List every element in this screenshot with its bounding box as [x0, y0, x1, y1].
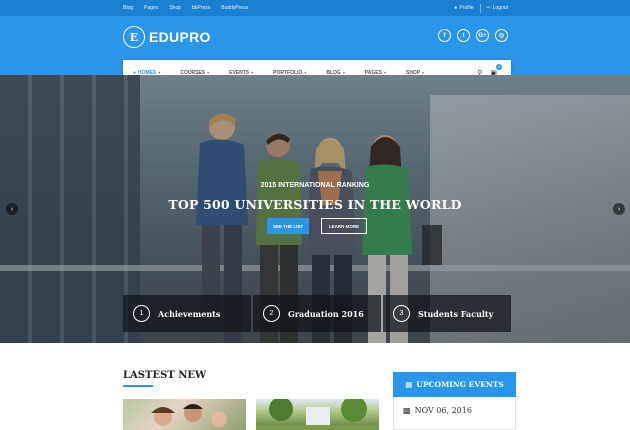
- slider-prev-arrow-icon[interactable]: ‹: [6, 203, 18, 215]
- feature-number: 2: [263, 305, 280, 322]
- hero-slider: 2015 INTERNATIONAL RANKING TOP 500 UNIVE…: [0, 75, 630, 343]
- top-links: Blog Pages Shop bbPress BuddyPress: [123, 0, 248, 16]
- document-icon: ▩: [403, 406, 411, 415]
- learn-more-button[interactable]: LEARN MORE: [321, 218, 367, 234]
- upcoming-events-title: UPCOMING EVENTS: [416, 380, 504, 389]
- feature-number: 1: [133, 305, 150, 322]
- news-photo-campus: [256, 399, 379, 430]
- facebook-icon[interactable]: f: [438, 29, 451, 42]
- hero-feature-strip: 1 Achievements 2 Graduation 2016 3 Stude…: [123, 295, 511, 332]
- logout-icon: ⇨: [486, 5, 491, 11]
- see-the-list-button[interactable]: SEE THE LIST: [267, 218, 309, 234]
- news-thumbnail[interactable]: [256, 399, 379, 430]
- news-photo-students: [151, 404, 227, 427]
- user-icon: ●: [454, 5, 458, 11]
- twitter-icon[interactable]: t: [457, 29, 470, 42]
- feature-label: Students Faculty: [418, 308, 494, 319]
- upcoming-events-header: ▦ UPCOMING EVENTS: [393, 372, 516, 397]
- instagram-icon[interactable]: ◎: [495, 29, 508, 42]
- logout-link[interactable]: ⇨ Logout: [487, 5, 509, 11]
- heading-underline: [123, 385, 153, 387]
- brand-name: EDUPRO: [149, 29, 211, 45]
- cart-count-badge: 0: [496, 63, 502, 70]
- account-links: ● Profile ⇨ Logout: [454, 0, 508, 16]
- logo-crest-icon: E: [123, 26, 145, 48]
- event-date-row[interactable]: ▩ NOV 06, 2016: [403, 406, 472, 415]
- top-link-shop[interactable]: Shop: [169, 5, 181, 11]
- event-date: NOV 06, 2016: [414, 406, 472, 415]
- news-thumbnail[interactable]: [123, 399, 246, 430]
- site-logo[interactable]: E EDUPRO: [123, 26, 211, 48]
- feature-achievements[interactable]: 1 Achievements: [123, 295, 251, 332]
- top-link-bbpress[interactable]: bbPress: [192, 5, 210, 11]
- top-link-blog[interactable]: Blog: [123, 5, 133, 11]
- top-link-buddypress[interactable]: BuddyPress: [221, 5, 248, 11]
- slider-next-arrow-icon[interactable]: ›: [613, 203, 625, 215]
- top-link-pages[interactable]: Pages: [144, 5, 158, 11]
- account-divider: [479, 3, 481, 13]
- logout-label: Logout: [492, 5, 508, 11]
- feature-students-faculty[interactable]: 3 Students Faculty: [383, 295, 511, 332]
- calendar-icon: ▦: [405, 380, 413, 389]
- feature-label: Graduation 2016: [288, 308, 364, 319]
- top-utility-bar: Blog Pages Shop bbPress BuddyPress ● Pro…: [0, 0, 630, 16]
- feature-number: 3: [393, 305, 410, 322]
- hero-title: TOP 500 UNIVERSITIES IN THE WORLD: [168, 197, 462, 212]
- social-links: f t G+ ◎: [438, 29, 508, 42]
- profile-link[interactable]: ● Profile: [454, 5, 473, 11]
- latest-news-heading: LASTEST NEW: [123, 370, 207, 381]
- google-plus-icon[interactable]: G+: [476, 29, 489, 42]
- feature-graduation[interactable]: 2 Graduation 2016: [253, 295, 381, 332]
- profile-label: Profile: [459, 5, 474, 11]
- hero-kicker: 2015 INTERNATIONAL RANKING: [260, 182, 370, 189]
- feature-label: Achievements: [158, 308, 221, 319]
- hero-buttons: SEE THE LIST LEARN MORE: [267, 218, 367, 234]
